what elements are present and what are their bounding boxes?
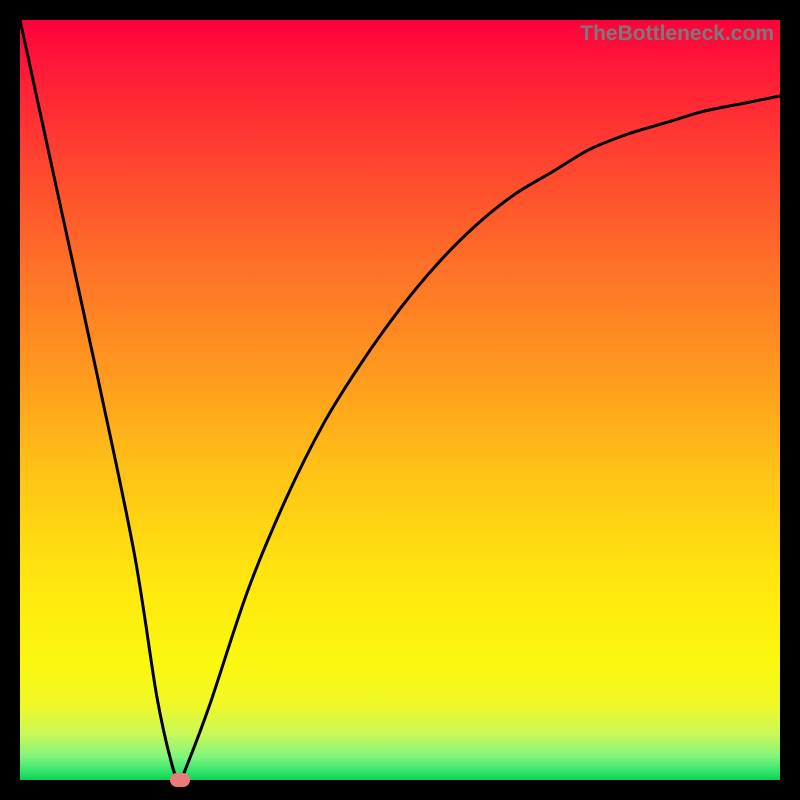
- curve-svg: [20, 20, 780, 780]
- chart-container: TheBottleneck.com: [0, 0, 800, 800]
- bottleneck-curve-path: [20, 20, 780, 780]
- optimum-marker: [170, 773, 190, 787]
- plot-area: TheBottleneck.com: [20, 20, 780, 780]
